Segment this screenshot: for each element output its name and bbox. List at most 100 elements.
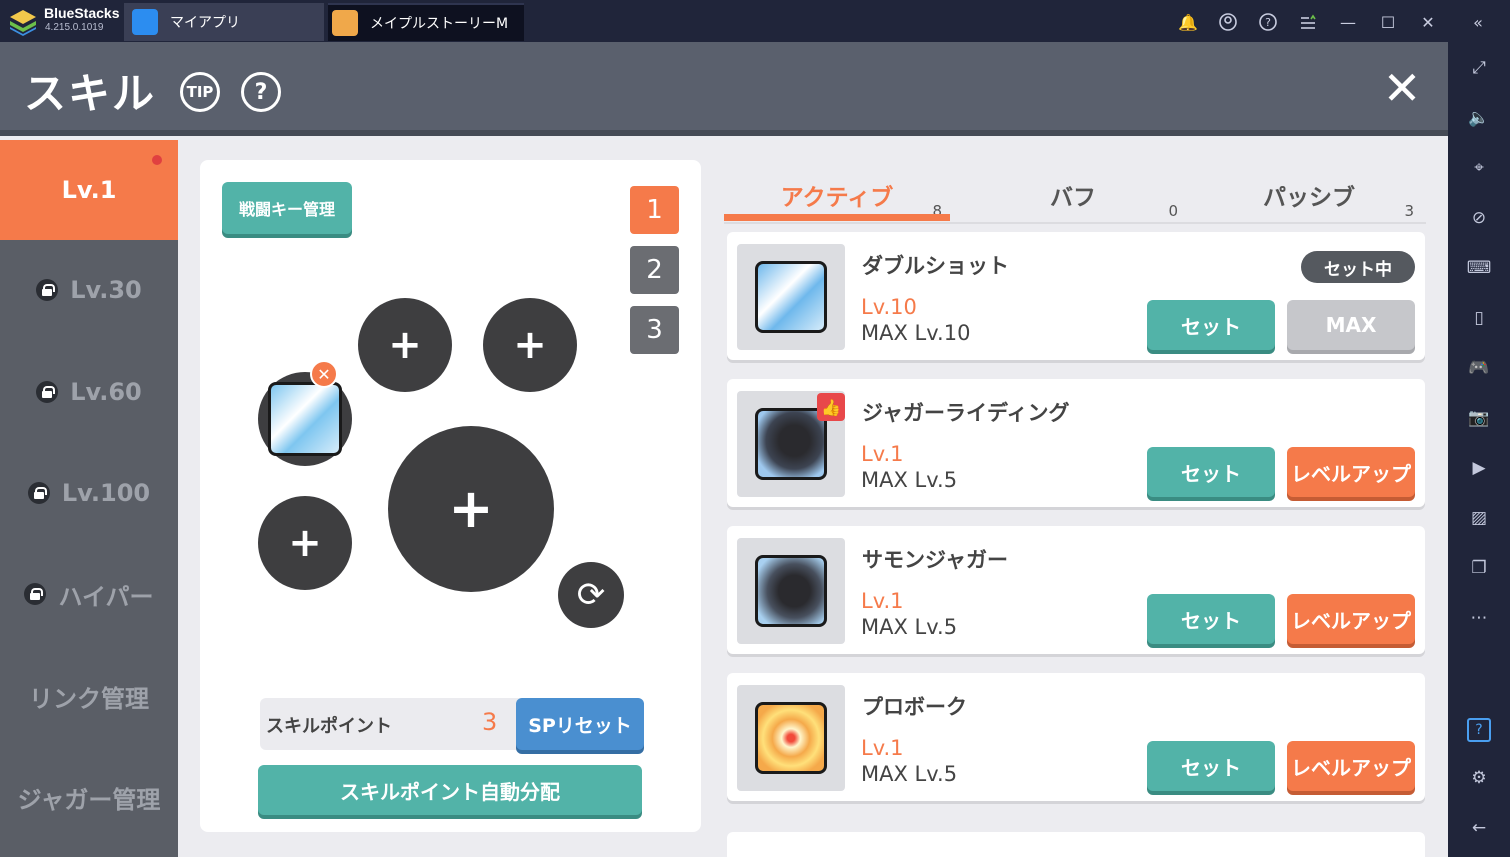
pointer-icon[interactable]: ⌖ [1467, 156, 1491, 180]
battle-key-button[interactable]: 戦闘キー管理 [222, 182, 352, 234]
provoke-icon [755, 702, 827, 774]
update-icon[interactable] [1298, 12, 1318, 32]
skill-max-level: MAX Lv.5 [861, 762, 958, 786]
lock-icon [36, 279, 59, 301]
plus-icon: + [388, 322, 422, 368]
keyboard-icon[interactable]: ⌨ [1467, 256, 1492, 280]
bell-icon[interactable]: 🔔 [1178, 12, 1198, 32]
skill-card[interactable]: サモンジャガー Lv.1 MAX Lv.5 セット レベルアップ [727, 526, 1425, 654]
eye-off-icon[interactable]: ⊘ [1467, 206, 1491, 230]
skill-max-level: MAX Lv.5 [861, 615, 958, 639]
set-number-2[interactable]: 2 [630, 246, 679, 294]
tab-maplestory-m[interactable]: メイプルストーリーM [328, 3, 524, 41]
tab-label: バフ [1050, 185, 1096, 211]
close-window-icon[interactable]: ✕ [1418, 12, 1438, 32]
tab-passive[interactable]: パッシブ 3 [1196, 172, 1422, 220]
skill-level-nav: Lv.1 Lv.30 Lv.60 Lv.100 ハイパー リンク管理 ジャガー管… [0, 140, 178, 857]
tab-label: メイプルストーリーM [370, 16, 509, 32]
nav-item-jaguar[interactable]: ジャガー管理 [0, 747, 178, 847]
summon-jaguar-icon [755, 555, 827, 627]
attack-slot[interactable]: + [388, 426, 554, 592]
back-arrow-icon[interactable]: ← [1467, 816, 1491, 840]
gallery-icon[interactable]: ▨ [1467, 506, 1491, 530]
nav-item-lv60[interactable]: Lv.60 [0, 342, 178, 442]
set-button[interactable]: セット [1147, 447, 1275, 497]
set-button[interactable]: セット [1147, 594, 1275, 644]
skill-name: サモンジャガー [862, 548, 1008, 572]
account-icon[interactable] [1218, 12, 1238, 32]
tab-label: パッシブ [1263, 185, 1355, 211]
sp-reset-button[interactable]: SPリセット [516, 698, 644, 750]
skill-slot-empty[interactable]: + [258, 496, 352, 590]
nav-item-link[interactable]: リンク管理 [0, 646, 178, 746]
skill-card[interactable]: プロボーク Lv.1 MAX Lv.5 セット レベルアップ [727, 673, 1425, 801]
home-icon [132, 9, 158, 35]
help-button[interactable]: ? [241, 72, 281, 112]
help-icon[interactable]: ? [1467, 718, 1491, 742]
remove-skill-icon[interactable]: ✕ [310, 360, 338, 388]
thumbs-up-icon: 👍 [817, 393, 845, 421]
camera-icon[interactable]: 📷 [1467, 406, 1491, 430]
minimize-icon[interactable]: — [1338, 12, 1358, 32]
nav-label: リンク管理 [29, 684, 149, 713]
settings-gear-icon[interactable]: ⚙ [1467, 766, 1491, 790]
nav-label: Lv.100 [61, 479, 151, 507]
skill-point-label: スキルポイント [266, 716, 392, 737]
level-up-button[interactable]: レベルアップ [1287, 447, 1415, 497]
help-circle-icon[interactable]: ? [1258, 12, 1278, 32]
skill-header: スキル TIP ? ✕ [0, 42, 1448, 136]
skill-card[interactable]: 👍 ジャガーライディング Lv.1 MAX Lv.5 セット レベルアップ [727, 379, 1425, 507]
lock-icon [24, 583, 47, 605]
tab-buff[interactable]: バフ 0 [960, 172, 1186, 220]
set-button[interactable]: セット [1147, 741, 1275, 791]
skill-slot-empty[interactable]: + [358, 298, 452, 392]
auto-assign-button[interactable]: スキルポイント自動分配 [258, 765, 642, 815]
game-icon [332, 10, 358, 36]
plus-icon: + [448, 477, 494, 540]
nav-item-lv30[interactable]: Lv.30 [0, 240, 178, 340]
skill-level: Lv.1 [861, 442, 904, 466]
skill-level: Lv.10 [861, 295, 917, 319]
skill-slot-filled[interactable] [258, 372, 352, 466]
nav-item-hyper[interactable]: ハイパー [0, 544, 178, 644]
tab-my-apps[interactable]: マイアプリ [124, 3, 324, 41]
skill-slot-empty[interactable]: + [483, 298, 577, 392]
app-name: BlueStacks [44, 5, 120, 21]
video-record-icon[interactable]: ▶ [1467, 456, 1491, 480]
skill-level: Lv.1 [861, 589, 904, 613]
nav-item-lv1[interactable]: Lv.1 [0, 140, 178, 240]
set-number-3[interactable]: 3 [630, 306, 679, 354]
emulator-title-bar: BlueStacks 4.215.0.1019 マイアプリ メイプルストーリーM… [0, 0, 1510, 42]
level-up-button[interactable]: レベルアップ [1287, 594, 1415, 644]
set-number-1[interactable]: 1 [630, 186, 679, 234]
active-tab-indicator [724, 214, 950, 221]
skill-point-value: 3 [482, 708, 498, 736]
tab-label: マイアプリ [170, 15, 240, 31]
fullscreen-icon[interactable]: ⤢ [1467, 56, 1491, 80]
bluestacks-window: BlueStacks 4.215.0.1019 マイアプリ メイプルストーリーM… [0, 0, 1510, 857]
double-shot-icon [268, 382, 342, 456]
skill-max-level: MAX Lv.10 [861, 321, 971, 345]
level-up-button[interactable]: レベルアップ [1287, 741, 1415, 791]
skill-max-level: MAX Lv.5 [861, 468, 958, 492]
more-icon[interactable]: ⋯ [1467, 606, 1491, 630]
skill-card[interactable]: ダブルショット セット中 Lv.10 MAX Lv.10 セット MAX [727, 232, 1425, 360]
multi-instance-icon[interactable]: ❐ [1467, 556, 1491, 580]
tab-label: アクティブ [780, 185, 894, 211]
gamepad-icon[interactable]: 🎮 [1467, 356, 1491, 380]
phone-icon[interactable]: ▯ [1467, 306, 1491, 330]
tab-count: 0 [1168, 202, 1178, 220]
rotate-icon[interactable]: ⟳ [558, 562, 624, 628]
nav-label: Lv.1 [61, 176, 117, 204]
maximize-icon[interactable]: ☐ [1378, 12, 1398, 32]
game-viewport: スキル TIP ? ✕ Lv.1 Lv.30 Lv.60 Lv.100 ハイパー… [0, 42, 1448, 857]
tab-active[interactable]: アクティブ 8 [724, 172, 950, 220]
tip-button[interactable]: TIP [180, 72, 220, 112]
equipped-badge: セット中 [1301, 251, 1415, 283]
skill-icon-frame [737, 685, 845, 791]
collapse-sidebar-icon[interactable]: « [1468, 12, 1488, 32]
nav-item-lv100[interactable]: Lv.100 [0, 443, 178, 543]
volume-icon[interactable]: 🔈 [1467, 106, 1491, 130]
close-button[interactable]: ✕ [1380, 65, 1424, 111]
set-button[interactable]: セット [1147, 300, 1275, 350]
